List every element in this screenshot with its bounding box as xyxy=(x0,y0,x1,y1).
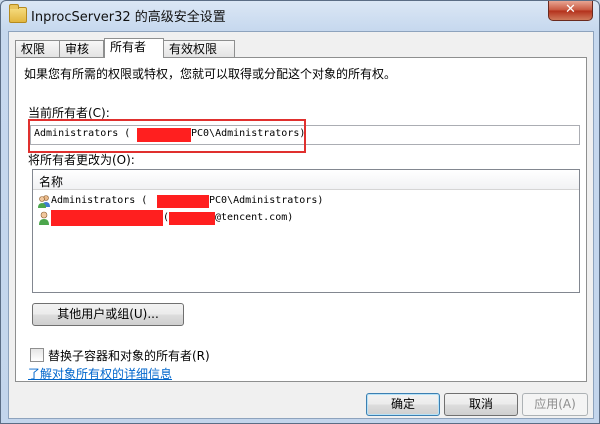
folder-icon xyxy=(9,4,27,23)
user-icon xyxy=(39,211,49,225)
candidate-text-suffix: PC0\Administrators) xyxy=(209,195,324,206)
cancel-button[interactable]: 取消 xyxy=(444,393,518,416)
other-users-button[interactable]: 其他用户或组(U)... xyxy=(32,303,184,326)
replace-owner-checkbox[interactable] xyxy=(30,348,44,362)
learn-more-link[interactable]: 了解对象所有权的详细信息 xyxy=(28,365,172,382)
candidate-text-suffix: @tencent.com) xyxy=(215,212,294,223)
list-header-name[interactable]: 名称 xyxy=(33,170,579,190)
list-item[interactable]: ( @tencent.com) xyxy=(33,210,579,227)
owner-candidates-list[interactable]: 名称 Administrators ( PC0\Administrators) xyxy=(32,169,580,293)
user-group-icon xyxy=(38,195,50,208)
title-bar[interactable]: InprocServer32 的高级安全设置 ✕ xyxy=(1,1,599,29)
redaction-mark xyxy=(169,212,215,225)
ok-button[interactable]: 确定 xyxy=(366,393,440,416)
tab-auditing[interactable]: 审核 xyxy=(59,40,104,57)
dialog-body: 权限 审核 所有者 有效权限 如果您有所需的权限或特权，您就可以取得或分配这个对… xyxy=(8,31,594,419)
redaction-mark xyxy=(51,210,163,226)
intro-text: 如果您有所需的权限或特权，您就可以取得或分配这个对象的所有权。 xyxy=(24,67,397,81)
replace-owner-label[interactable]: 替换子容器和对象的所有者(R) xyxy=(48,347,210,364)
tab-owner[interactable]: 所有者 xyxy=(104,38,164,58)
tab-permissions[interactable]: 权限 xyxy=(15,40,60,57)
window-title: InprocServer32 的高级安全设置 xyxy=(31,10,226,25)
highlight-box xyxy=(28,119,306,153)
change-owner-label: 将所有者更改为(O): xyxy=(28,153,135,167)
redaction-mark xyxy=(157,195,209,208)
list-item[interactable]: Administrators ( PC0\Administrators) xyxy=(33,193,579,210)
dialog-window: InprocServer32 的高级安全设置 ✕ 权限 审核 所有者 有效权限 … xyxy=(0,0,600,424)
close-button[interactable]: ✕ xyxy=(548,1,593,21)
tab-effective-permissions[interactable]: 有效权限 xyxy=(163,40,235,57)
owner-tab-page: 如果您有所需的权限或特权，您就可以取得或分配这个对象的所有权。 当前所有者(C)… xyxy=(15,57,587,382)
column-name-label: 名称 xyxy=(39,175,64,189)
candidate-text-prefix: Administrators ( xyxy=(51,195,148,206)
apply-button[interactable]: 应用(A) xyxy=(522,393,588,416)
